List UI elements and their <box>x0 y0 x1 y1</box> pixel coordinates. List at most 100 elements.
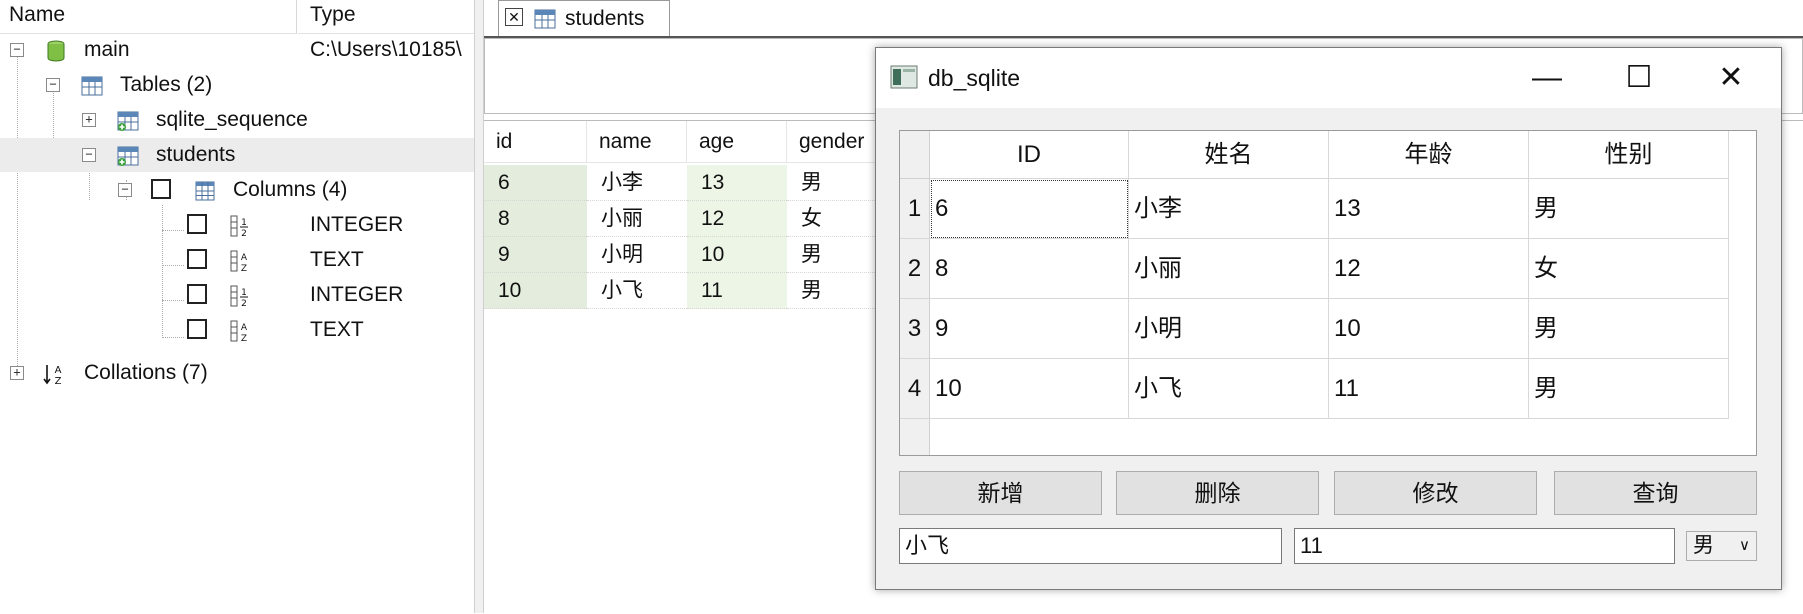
grid-cell[interactable]: 9 <box>484 237 587 273</box>
tree-node-collations[interactable]: + A Z Collations (7) <box>0 356 474 390</box>
grid-cell[interactable]: 小李 <box>587 165 687 201</box>
grid-cell[interactable]: 男 <box>787 273 887 309</box>
table-cell[interactable]: 女 <box>1529 239 1729 299</box>
table-cell[interactable]: 男 <box>1529 359 1729 419</box>
grid-cell[interactable]: 男 <box>787 165 887 201</box>
grid-cell[interactable]: 8 <box>484 201 587 237</box>
column-type: TEXT <box>310 318 364 341</box>
svg-text:2: 2 <box>241 299 247 308</box>
row-header[interactable]: 1 <box>900 179 930 239</box>
table-cell[interactable]: 13 <box>1329 179 1529 239</box>
grid-cell[interactable]: 10 <box>484 273 587 309</box>
tree-node-main-type: C:\Users\10185\ <box>310 38 462 61</box>
row-header[interactable]: 2 <box>900 239 930 299</box>
table-icon <box>117 111 139 131</box>
svg-text:A: A <box>241 253 248 263</box>
name-input[interactable]: 小飞 <box>899 528 1282 564</box>
column-checkbox[interactable] <box>187 249 207 269</box>
maximize-button[interactable]: ☐ <box>1593 48 1685 108</box>
query-button[interactable]: 查询 <box>1554 471 1757 515</box>
table-cell[interactable]: 10 <box>930 359 1129 419</box>
collapse-toggle[interactable]: − <box>118 183 132 197</box>
tree-node-column[interactable]: 1 2 INTEGER <box>0 278 474 312</box>
grid-cell[interactable]: 13 <box>687 165 787 201</box>
row-header[interactable]: 4 <box>900 359 930 419</box>
column-checkbox[interactable] <box>187 319 207 339</box>
database-icon <box>47 40 65 62</box>
table-cell[interactable]: 男 <box>1529 179 1729 239</box>
tree-node-column[interactable]: A Z TEXT <box>0 243 474 277</box>
grid-header-age[interactable]: age <box>687 121 787 163</box>
chevron-down-icon: ∨ <box>1739 537 1750 554</box>
column-checkbox[interactable] <box>187 284 207 304</box>
grid-cell[interactable]: 10 <box>687 237 787 273</box>
gender-select[interactable]: 男 ∨ <box>1686 531 1757 561</box>
dialog-titlebar[interactable]: db_sqlite — ☐ ✕ <box>876 48 1781 108</box>
row-header-empty <box>900 419 930 455</box>
tree-column-header-type[interactable]: Type <box>298 0 474 34</box>
table-cell[interactable]: 小飞 <box>1129 359 1329 419</box>
table-cell[interactable]: 6 <box>930 179 1129 239</box>
object-tree-panel: Name Type − main C:\Users\10185\ − Table… <box>0 0 474 613</box>
row-header[interactable]: 3 <box>900 299 930 359</box>
grid-cell[interactable]: 12 <box>687 201 787 237</box>
grid-header-gender[interactable]: gender <box>787 121 887 163</box>
tree-node-students[interactable]: − students <box>0 138 474 172</box>
columns-checkbox[interactable] <box>151 179 171 199</box>
delete-button[interactable]: 删除 <box>1116 471 1319 515</box>
table-cell[interactable]: 8 <box>930 239 1129 299</box>
grid-cell[interactable]: 男 <box>787 237 887 273</box>
tab-students[interactable]: ✕ students <box>498 0 670 36</box>
grid-cell[interactable]: 11 <box>687 273 787 309</box>
table-header-name[interactable]: 姓名 <box>1129 131 1329 179</box>
grid-cell[interactable]: 小丽 <box>587 201 687 237</box>
numeric-column-icon: 1 2 <box>230 215 248 238</box>
close-icon[interactable]: ✕ <box>505 8 523 26</box>
table-cell[interactable]: 男 <box>1529 299 1729 359</box>
grid-cell[interactable]: 女 <box>787 201 887 237</box>
close-button[interactable]: ✕ <box>1685 48 1777 108</box>
grid-cell[interactable]: 小飞 <box>587 273 687 309</box>
collapse-toggle[interactable]: − <box>46 78 60 92</box>
grid-header-id[interactable]: id <box>484 121 587 163</box>
expand-toggle[interactable]: + <box>82 113 96 127</box>
svg-text:Z: Z <box>241 264 247 273</box>
collapse-toggle[interactable]: − <box>10 43 24 57</box>
table-corner-button[interactable] <box>900 131 930 179</box>
tree-node-sqlite-sequence-label: sqlite_sequence <box>156 108 308 131</box>
table-header-id[interactable]: ID <box>930 131 1129 179</box>
collapse-toggle[interactable]: − <box>82 148 96 162</box>
tab-strip: ✕ students <box>484 0 1803 38</box>
grid-cell[interactable]: 6 <box>484 165 587 201</box>
table-header-gender[interactable]: 性别 <box>1529 131 1729 179</box>
column-checkbox[interactable] <box>187 214 207 234</box>
table-cell[interactable]: 小李 <box>1129 179 1329 239</box>
tables-folder-icon <box>81 76 103 96</box>
table-cell[interactable]: 12 <box>1329 239 1529 299</box>
tree-node-column[interactable]: 1 2 INTEGER <box>0 208 474 242</box>
table-cell[interactable]: 10 <box>1329 299 1529 359</box>
grid-header-name[interactable]: name <box>587 121 687 163</box>
panel-splitter[interactable] <box>474 0 484 613</box>
table-cell[interactable]: 小明 <box>1129 299 1329 359</box>
add-button[interactable]: 新增 <box>899 471 1102 515</box>
tree-node-column[interactable]: A Z TEXT <box>0 313 474 347</box>
grid-cell[interactable]: 小明 <box>587 237 687 273</box>
tree-node-columns[interactable]: − Columns (4) <box>0 173 474 207</box>
minimize-button[interactable]: — <box>1501 48 1593 108</box>
age-input[interactable]: 11 <box>1294 528 1675 564</box>
students-table[interactable]: ID 姓名 年龄 性别 1 6 小李 13 男 2 8 小丽 12 女 3 9 … <box>899 130 1757 456</box>
column-type: INTEGER <box>310 283 404 306</box>
table-cell[interactable]: 小丽 <box>1129 239 1329 299</box>
tree-node-sqlite-sequence[interactable]: + sqlite_sequence <box>0 103 474 137</box>
tree-node-tables-label: Tables (2) <box>120 73 213 96</box>
tree-column-header-name[interactable]: Name <box>0 0 297 34</box>
tree-node-tables[interactable]: − Tables (2) <box>0 68 474 102</box>
table-cell[interactable]: 9 <box>930 299 1129 359</box>
edit-button[interactable]: 修改 <box>1334 471 1537 515</box>
table-header-age[interactable]: 年龄 <box>1329 131 1529 179</box>
expand-toggle[interactable]: + <box>10 366 24 380</box>
tree-node-collations-label: Collations (7) <box>84 361 208 384</box>
table-cell[interactable]: 11 <box>1329 359 1529 419</box>
tree-node-main[interactable]: − main C:\Users\10185\ <box>0 33 474 67</box>
